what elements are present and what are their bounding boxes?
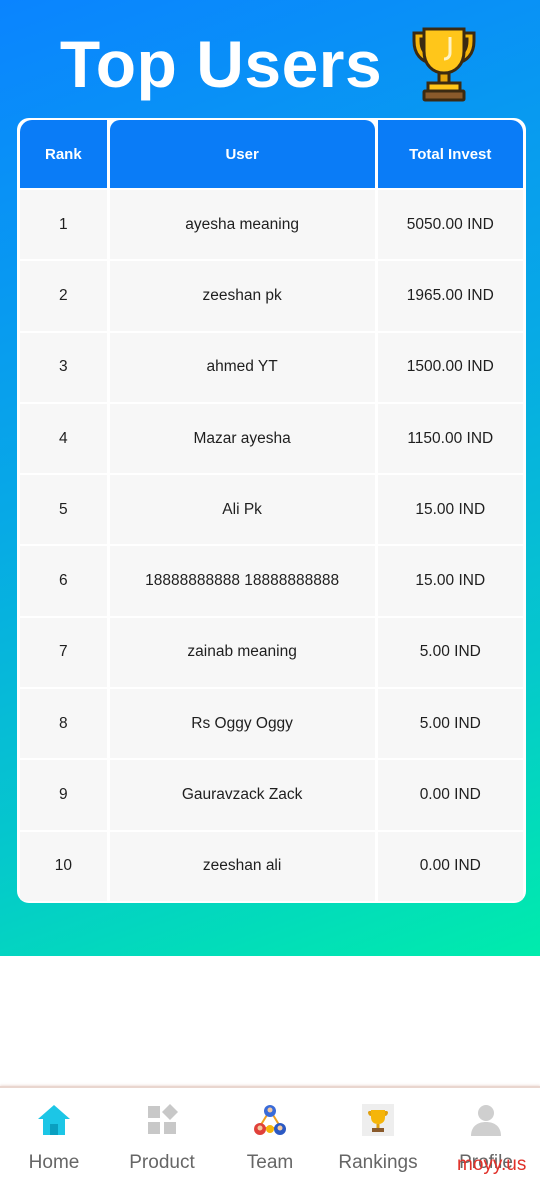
table-row: 5 Ali Pk 15.00 IND	[20, 475, 523, 545]
user-cell: zeeshan ali	[109, 831, 375, 901]
user-cell: ayesha meaning	[109, 190, 375, 260]
invest-cell: 1150.00 IND	[377, 403, 523, 474]
user-cell: Mazar ayesha	[109, 403, 375, 474]
rank-cell: 4	[20, 403, 107, 474]
rank-cell: 8	[20, 689, 107, 759]
product-grid-icon	[144, 1102, 180, 1138]
nav-item-rankings[interactable]: Rankings	[324, 1088, 432, 1180]
trophy-icon	[412, 27, 476, 102]
user-cell: Ali Pk	[109, 475, 375, 545]
rank-cell: 3	[20, 332, 107, 402]
table-row: 10 zeeshan ali 0.00 IND	[20, 831, 523, 901]
invest-cell: 5.00 IND	[377, 617, 523, 688]
rank-cell: 1	[20, 190, 107, 260]
nav-label-rankings: Rankings	[338, 1152, 418, 1173]
table-header-row: Rank User Total Invest	[20, 120, 523, 188]
rank-cell: 10	[20, 831, 107, 901]
invest-cell: 15.00 IND	[377, 546, 523, 616]
table-row: 2 zeeshan pk 1965.00 IND	[20, 261, 523, 331]
user-cell: 18888888888 18888888888	[109, 546, 375, 616]
watermark: moyy.us	[457, 1154, 527, 1175]
rank-cell: 9	[20, 760, 107, 830]
table-row: 8 Rs Oggy Oggy 5.00 IND	[20, 689, 523, 759]
trophy-icon	[360, 1102, 396, 1138]
rank-cell: 2	[20, 261, 107, 331]
column-header-user: User	[109, 120, 375, 188]
user-cell: zainab meaning	[109, 617, 375, 688]
nav-label-product: Product	[129, 1152, 195, 1173]
column-header-total-invest: Total Invest	[377, 120, 523, 188]
user-cell: Rs Oggy Oggy	[109, 689, 375, 759]
nav-item-product[interactable]: Product	[108, 1088, 216, 1180]
header-background: Top Users Rank User Total Invest 1 ayesh…	[0, 0, 540, 956]
invest-cell: 0.00 IND	[377, 760, 523, 830]
invest-cell: 1500.00 IND	[377, 332, 523, 402]
nav-item-team[interactable]: Team	[216, 1088, 324, 1180]
title-row: Top Users	[0, 22, 540, 106]
table-row: 6 18888888888 18888888888 15.00 IND	[20, 546, 523, 616]
user-cell: ahmed YT	[109, 332, 375, 402]
rank-cell: 5	[20, 475, 107, 545]
user-icon	[468, 1102, 504, 1138]
nav-label-home: Home	[28, 1152, 80, 1173]
table-row: 9 Gauravzack Zack 0.00 IND	[20, 760, 523, 830]
nav-item-home[interactable]: Home	[0, 1088, 108, 1180]
rankings-table-card: Rank User Total Invest 1 ayesha meaning …	[17, 118, 526, 903]
table-row: 1 ayesha meaning 5050.00 IND	[20, 190, 523, 260]
page-title: Top Users	[59, 27, 383, 101]
table-row: 3 ahmed YT 1500.00 IND	[20, 332, 523, 402]
user-cell: zeeshan pk	[109, 261, 375, 331]
nav-label-team: Team	[246, 1152, 294, 1173]
invest-cell: 5.00 IND	[377, 689, 523, 759]
invest-cell: 5050.00 IND	[377, 190, 523, 260]
user-cell: Gauravzack Zack	[109, 760, 375, 830]
invest-cell: 0.00 IND	[377, 831, 523, 901]
team-icon	[252, 1102, 288, 1138]
column-header-rank: Rank	[20, 120, 107, 188]
invest-cell: 1965.00 IND	[377, 261, 523, 331]
table-row: 4 Mazar ayesha 1150.00 IND	[20, 403, 523, 474]
rankings-table: Rank User Total Invest 1 ayesha meaning …	[17, 118, 526, 903]
table-row: 7 zainab meaning 5.00 IND	[20, 617, 523, 688]
home-icon	[36, 1102, 72, 1138]
rank-cell: 6	[20, 546, 107, 616]
invest-cell: 15.00 IND	[377, 475, 523, 545]
rank-cell: 7	[20, 617, 107, 688]
